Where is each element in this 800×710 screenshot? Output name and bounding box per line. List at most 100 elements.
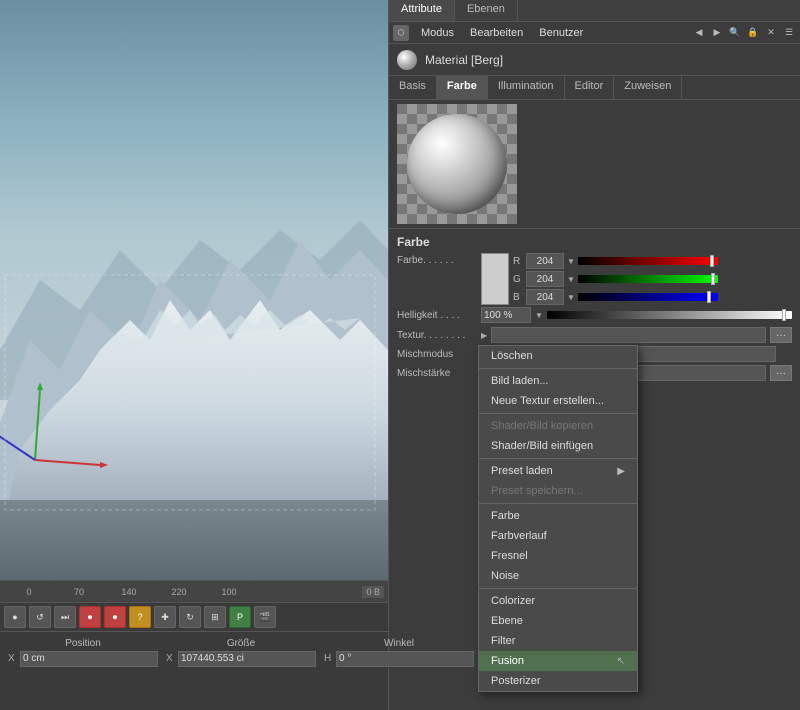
ctx-posterizer[interactable]: Posterizer [479,671,637,691]
sub-tab-farbe[interactable]: Farbe [437,76,488,99]
r-arrow[interactable]: ▼ [567,257,575,266]
pos-x-label: X [8,653,18,664]
position-label: Position [8,638,158,649]
helligkeit-row: Helligkeit . . . . ▼ [397,307,792,323]
color-swatch[interactable] [481,253,509,305]
helligkeit-slider[interactable] [547,311,792,319]
close-icon[interactable]: ✕ [764,26,778,40]
b-input[interactable] [526,289,564,305]
helligkeit-label: Helligkeit . . . . [397,310,477,321]
winkel-h-label: H [324,653,334,664]
ruler-70: 70 [54,587,104,597]
ctx-ebene[interactable]: Ebene [479,611,637,631]
ctx-shader-einfugen[interactable]: Shader/Bild einfügen [479,436,637,456]
preview-area [389,100,800,229]
b-arrow[interactable]: ▼ [567,293,575,302]
material-sphere-icon [397,50,417,70]
btn-film[interactable]: 🎬 [254,606,276,628]
sub-tab-editor[interactable]: Editor [565,76,615,99]
sub-tab-zuweisen[interactable]: Zuweisen [614,76,682,99]
nav-left-icon[interactable]: ◀ [692,26,706,40]
panel-icon: ⬡ [393,25,409,41]
ctx-preset-arrow: ▶ [617,466,625,477]
sub-tabs: Basis Farbe Illumination Editor Zuweisen [389,76,800,100]
g-slider[interactable] [578,275,718,283]
nav-right-icon[interactable]: ▶ [710,26,724,40]
sub-tab-basis[interactable]: Basis [389,76,437,99]
channel-b-row: B ▼ [513,289,718,305]
settings-icon[interactable]: ☰ [782,26,796,40]
farbe-label: Farbe. . . . . . [397,253,477,266]
btn-rewind[interactable]: ↺ [29,606,51,628]
btn-scale[interactable]: ⊞ [204,606,226,628]
frame-counter: 0 B [362,586,384,598]
btn-play[interactable]: P [229,606,251,628]
ctx-fusion[interactable]: Fusion ↖ [479,651,637,671]
btn-help[interactable]: ? [129,606,151,628]
helligkeit-input[interactable] [481,307,531,323]
grosse-field: X [166,651,316,667]
ctx-neue-textur[interactable]: Neue Textur erstellen... [479,391,637,411]
r-slider[interactable] [578,257,718,265]
ctx-fresnel[interactable]: Fresnel [479,546,637,566]
preview-container [397,104,517,224]
winkel-field: H [324,651,474,667]
b-thumb [707,291,711,303]
cursor-icon: ↖ [617,656,625,667]
menu-benutzer[interactable]: Benutzer [535,25,587,41]
ruler-220: 220 [154,587,204,597]
preview-sphere [407,114,507,214]
ruler-100: 100 [204,587,254,597]
textur-label: Textur. . . . . . . . [397,330,477,341]
r-label: R [513,256,523,267]
textur-arrow[interactable]: ▶ [481,331,487,340]
btn-stop[interactable]: ⏺ [79,606,101,628]
search-icon[interactable]: 🔍 [728,26,742,40]
section-title-farbe: Farbe [397,235,792,249]
tab-ebenen[interactable]: Ebenen [455,0,518,21]
menu-bar: ⬡ Modus Bearbeiten Benutzer ◀ ▶ 🔍 🔒 ✕ ☰ [389,22,800,44]
ctx-bild-laden[interactable]: Bild laden... [479,371,637,391]
material-header: Material [Berg] [389,44,800,76]
size-x-input[interactable] [178,651,316,667]
g-input[interactable] [526,271,564,287]
btn-skip-end[interactable]: ⏭ [54,606,76,628]
ctx-farbverlauf[interactable]: Farbverlauf [479,526,637,546]
position-field: X [8,651,158,667]
ctx-farbe[interactable]: Farbe [479,506,637,526]
winkel-h-input[interactable] [336,651,474,667]
helligkeit-arrow: ▼ [535,311,543,320]
timeline-area: 0 70 140 220 100 0 B ● ↺ ⏭ ⏺ ⏺ ? ✚ ↻ ⊞ P… [0,580,388,710]
g-arrow[interactable]: ▼ [567,275,575,284]
r-input[interactable] [526,253,564,269]
rgb-block [481,253,509,305]
ctx-sep-3 [479,458,637,459]
textur-dots-btn[interactable]: ··· [770,327,792,343]
viewport[interactable] [0,0,388,580]
menu-bearbeiten[interactable]: Bearbeiten [466,25,527,41]
lock-icon[interactable]: 🔒 [746,26,760,40]
menu-modus[interactable]: Modus [417,25,458,41]
ctx-preset-laden[interactable]: Preset laden ▶ [479,461,637,481]
tab-attribute[interactable]: Attribute [389,0,455,21]
pos-x-input[interactable] [20,651,158,667]
btn-rotate[interactable]: ↻ [179,606,201,628]
ctx-loschen[interactable]: Löschen [479,346,637,366]
btn-record[interactable]: ● [4,606,26,628]
b-label: B [513,292,523,303]
ctx-shader-kopieren: Shader/Bild kopieren [479,416,637,436]
btn-rec2[interactable]: ⏺ [104,606,126,628]
ctx-colorizer[interactable]: Colorizer [479,591,637,611]
sub-tab-illumination[interactable]: Illumination [488,76,565,99]
position-group: Position X [4,638,162,667]
textur-field[interactable] [491,327,766,343]
g-thumb [711,273,715,285]
channel-r-row: R ▼ [513,253,718,269]
b-slider[interactable] [578,293,718,301]
farbe-color-row: Farbe. . . . . . R ▼ [397,253,792,305]
btn-move[interactable]: ✚ [154,606,176,628]
textur-row: Textur. . . . . . . . ▶ ··· [397,327,792,343]
ctx-noise[interactable]: Noise [479,566,637,586]
ctx-filter[interactable]: Filter [479,631,637,651]
mischstarke-dots-btn[interactable]: ··· [770,365,792,381]
